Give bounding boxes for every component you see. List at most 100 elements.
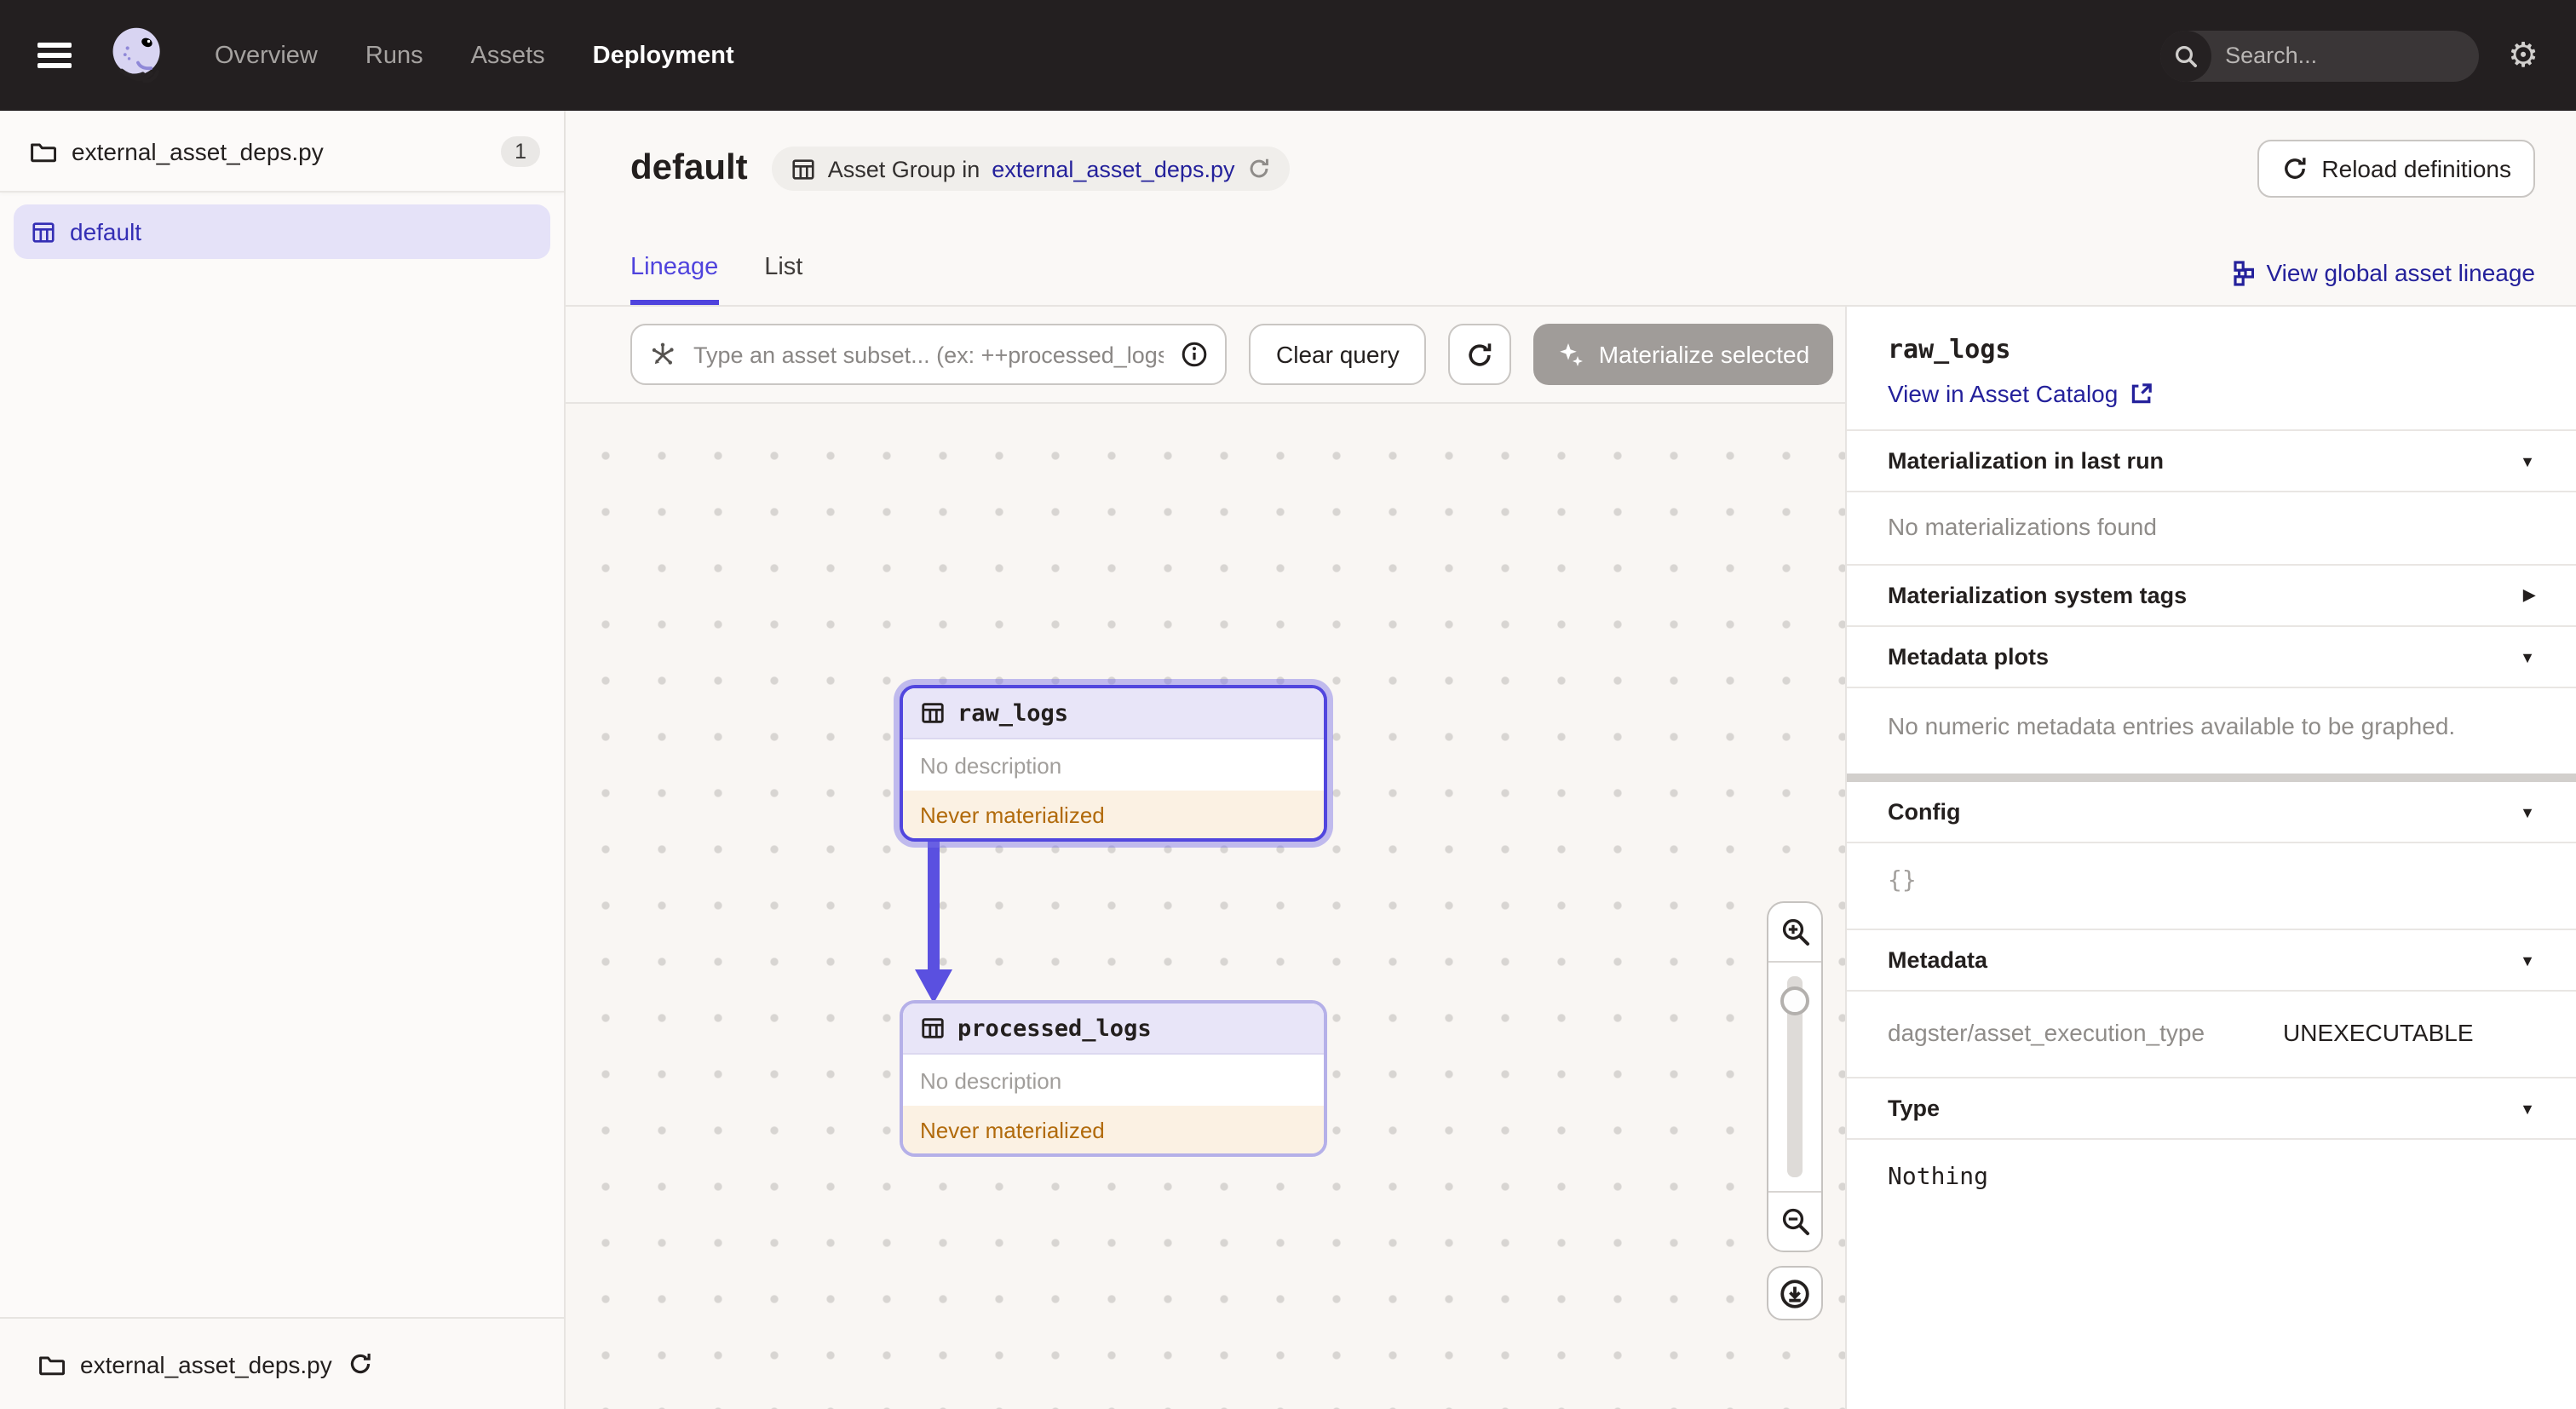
section-metadata[interactable]: Metadata ▼ — [1847, 929, 2576, 990]
table-icon — [922, 1018, 944, 1038]
asset-status: Never materialized — [903, 1106, 1324, 1153]
section-materialization-system-tags[interactable]: Materialization system tags ▶ — [1847, 564, 2576, 625]
sparkle-icon — [1560, 343, 1584, 366]
asset-group-pill: Asset Group in external_asset_deps.py — [771, 147, 1290, 191]
zoom-in-button[interactable] — [1768, 903, 1821, 963]
view-global-asset-lineage-label: View global asset lineage — [2266, 259, 2536, 286]
section-title: Materialization system tags — [1888, 583, 2188, 608]
panel-asset-title: raw_logs — [1888, 334, 2011, 365]
chevron-down-icon: ▼ — [2520, 452, 2535, 469]
tab-list[interactable]: List — [764, 254, 802, 305]
sidebar-item-code-location[interactable]: external_asset_deps.py 1 — [0, 111, 564, 193]
asset-name: raw_logs — [957, 699, 1069, 727]
type-value: Nothing — [1847, 1138, 2576, 1225]
download-icon — [1780, 1279, 1809, 1308]
view-in-asset-catalog-link[interactable]: View in Asset Catalog — [1888, 380, 2535, 407]
lineage-graph-icon — [2234, 260, 2255, 285]
footer-code-location-label: external_asset_deps.py — [80, 1350, 332, 1377]
reload-icon — [2284, 158, 2305, 179]
external-link-icon — [2132, 383, 2153, 404]
asset-subset-input[interactable] — [690, 340, 1167, 369]
page-header: default Asset Group in external_asset_de… — [566, 111, 2576, 307]
sidebar-footer-code-location[interactable]: external_asset_deps.py — [0, 1317, 564, 1409]
section-title: Metadata plots — [1888, 644, 2050, 670]
refresh-graph-button[interactable] — [1448, 324, 1512, 385]
folder-icon — [39, 1355, 65, 1375]
asset-group-icon — [32, 221, 55, 242]
view-global-asset-lineage-link[interactable]: View global asset lineage — [2229, 259, 2536, 305]
asset-node-raw-logs[interactable]: raw_logs No description Never materializ… — [900, 685, 1327, 842]
section-config[interactable]: Config ▼ — [1847, 782, 2576, 842]
metadata-row: dagster/asset_execution_type UNEXECUTABL… — [1847, 990, 2576, 1077]
lineage-canvas[interactable]: raw_logs No description Never materializ… — [566, 404, 1845, 1409]
page-title: default — [630, 148, 748, 187]
config-value: {} — [1847, 842, 2576, 929]
primary-nav: Overview Runs Assets Deployment — [215, 42, 734, 69]
asset-description: No description — [903, 1055, 1324, 1106]
asset-group-icon — [792, 158, 814, 179]
info-icon[interactable] — [1181, 341, 1208, 368]
tab-lineage[interactable]: Lineage — [630, 254, 719, 305]
zoom-controls — [1767, 901, 1823, 1252]
reload-icon[interactable] — [1246, 157, 1270, 181]
sidebar-item-group-default[interactable]: default — [14, 204, 550, 259]
group-label: default — [70, 218, 142, 245]
chevron-down-icon: ▼ — [2520, 1100, 2535, 1117]
chevron-down-icon: ▼ — [2520, 952, 2535, 969]
clear-query-button[interactable]: Clear query — [1249, 324, 1427, 385]
dagster-logo-icon[interactable] — [106, 23, 170, 88]
lineage-edge-arrow — [915, 837, 952, 1004]
code-location-label: external_asset_deps.py — [72, 137, 324, 164]
top-nav: Overview Runs Assets Deployment / ⚙ — [0, 0, 2576, 111]
asset-node-header: processed_logs — [903, 1004, 1324, 1055]
zoom-slider-knob[interactable] — [1780, 986, 1809, 1015]
section-metadata-plots[interactable]: Metadata plots ▼ — [1847, 625, 2576, 687]
chevron-right-icon: ▶ — [2523, 586, 2535, 603]
asset-node-processed-logs[interactable]: processed_logs No description Never mate… — [900, 1000, 1327, 1157]
panel-splitter[interactable] — [1847, 774, 2576, 782]
folder-icon — [31, 142, 56, 162]
gear-icon[interactable]: ⚙ — [2508, 38, 2539, 72]
metadata-value: UNEXECUTABLE — [2283, 1019, 2474, 1046]
nav-item-deployment[interactable]: Deployment — [593, 42, 734, 69]
asset-graph-icon — [652, 342, 674, 365]
code-location-link[interactable]: external_asset_deps.py — [992, 156, 1234, 181]
chevron-down-icon: ▼ — [2520, 803, 2535, 820]
table-icon — [922, 703, 944, 723]
nav-item-overview[interactable]: Overview — [215, 42, 318, 69]
global-search[interactable]: / — [2160, 30, 2480, 81]
code-location-sidebar: external_asset_deps.py 1 default externa… — [0, 111, 566, 1409]
nav-item-assets[interactable]: Assets — [471, 42, 545, 69]
menu-icon[interactable] — [37, 43, 72, 68]
asset-status: Never materialized — [903, 791, 1324, 838]
reload-icon — [1469, 342, 1492, 365]
materialize-selected-label: Materialize selected — [1598, 341, 1810, 368]
asset-description: No description — [903, 739, 1324, 791]
asset-node-header: raw_logs — [903, 688, 1324, 739]
metadata-key: dagster/asset_execution_type — [1888, 1019, 2205, 1046]
materialize-selected-button[interactable]: Materialize selected — [1533, 324, 1834, 385]
section-title: Materialization in last run — [1888, 448, 2165, 474]
search-icon — [2160, 30, 2212, 81]
search-input[interactable] — [2211, 43, 2480, 68]
section-type[interactable]: Type ▼ — [1847, 1077, 2576, 1138]
dagster-app: Overview Runs Assets Deployment / ⚙ exte — [0, 0, 2576, 1409]
asset-subset-query[interactable] — [630, 324, 1227, 385]
nav-item-runs[interactable]: Runs — [365, 42, 423, 69]
asset-details-panel: raw_logs View in Asset Catalog Materiali… — [1845, 307, 2576, 1409]
asset-name: processed_logs — [957, 1015, 1152, 1042]
zoom-out-icon — [1781, 1208, 1808, 1235]
download-graph-button[interactable] — [1767, 1266, 1823, 1320]
section-title: Type — [1888, 1096, 1941, 1121]
section-title: Metadata — [1888, 947, 1988, 973]
reload-definitions-label: Reload definitions — [2321, 155, 2511, 182]
reload-definitions-button[interactable]: Reload definitions — [2257, 140, 2535, 198]
no-materializations-text: No materializations found — [1847, 491, 2576, 564]
zoom-out-button[interactable] — [1768, 1191, 1821, 1251]
chevron-down-icon: ▼ — [2520, 648, 2535, 665]
reload-icon[interactable] — [348, 1351, 373, 1377]
asset-count-badge: 1 — [501, 135, 540, 166]
section-materialization-last-run[interactable]: Materialization in last run ▼ — [1847, 429, 2576, 491]
graph-toolbar: Clear query Materia — [566, 307, 1845, 404]
zoom-in-icon — [1781, 918, 1808, 946]
